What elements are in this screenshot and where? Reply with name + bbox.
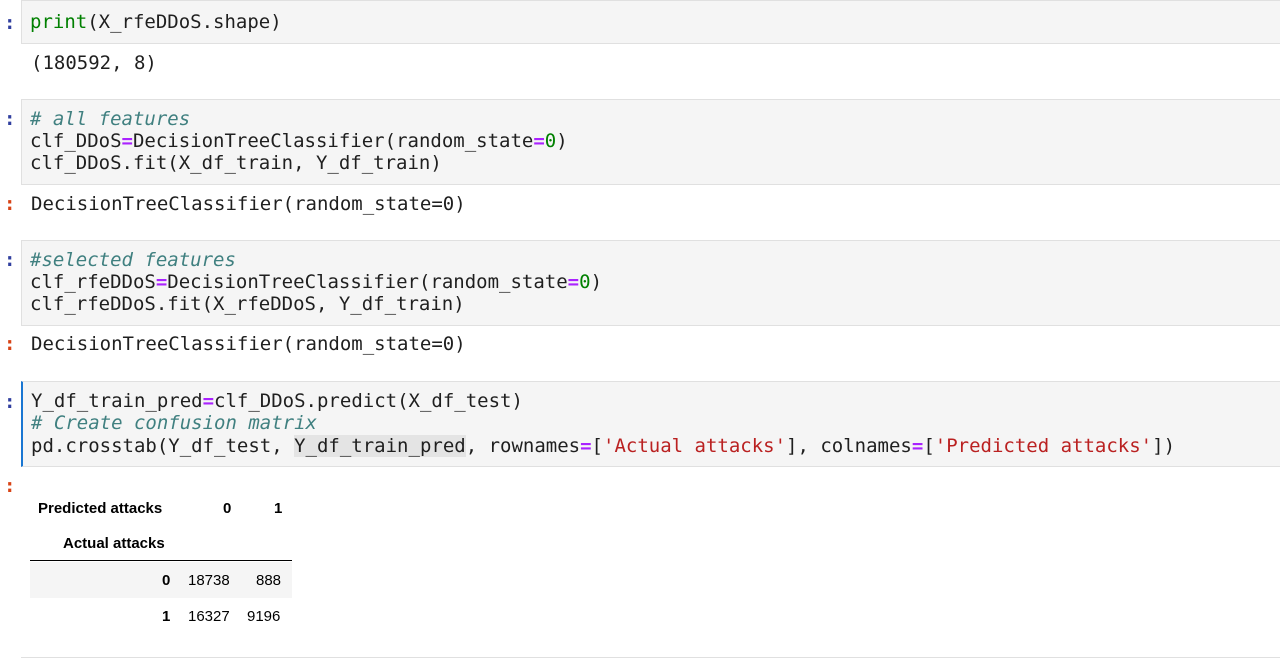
output-prompt: : bbox=[4, 475, 16, 497]
row-stripe bbox=[30, 562, 292, 598]
row-label: 1 bbox=[162, 608, 171, 625]
code-line: print(X_rfeDDoS.shape) bbox=[30, 11, 282, 33]
input-prompt: : bbox=[4, 249, 16, 271]
code-input[interactable]: #selected features clf_rfeDDoS=DecisionT… bbox=[21, 240, 1280, 326]
notebook-cell-3[interactable]: : #selected features clf_rfeDDoS=Decisio… bbox=[0, 240, 1280, 365]
code-line: clf_DDoS.fit(X_df_train, Y_df_train) bbox=[30, 152, 442, 174]
table-cell: 888 bbox=[256, 572, 282, 589]
notebook-cell-2[interactable]: : # all features clf_DDoS=DecisionTreeCl… bbox=[0, 99, 1280, 224]
table-cell: 9196 bbox=[247, 608, 281, 625]
column-header: 1 bbox=[274, 500, 283, 517]
output-prompt: : bbox=[4, 333, 16, 355]
code-comment: #selected features bbox=[30, 249, 236, 271]
cell-output: DecisionTreeClassifier(random_state=0) bbox=[31, 333, 466, 355]
output-prompt: : bbox=[4, 193, 16, 215]
input-prompt: : bbox=[4, 108, 16, 130]
table-cell: 16327 bbox=[188, 608, 230, 625]
table-cell: 18738 bbox=[188, 572, 230, 589]
header-divider bbox=[30, 560, 292, 561]
highlighted-token: Y_df_train_pred bbox=[294, 435, 466, 457]
code-line: clf_rfeDDoS.fit(X_rfeDDoS, Y_df_train) bbox=[30, 293, 465, 315]
code-line: Y_df_train_pred=clf_DDoS.predict(X_df_te… bbox=[31, 390, 523, 412]
code-line: pd.crosstab(Y_df_test, Y_df_train_pred, … bbox=[31, 435, 1176, 457]
notebook-cell-1[interactable]: : print(X_rfeDDoS.shape) (180592, 8) bbox=[0, 0, 1280, 90]
code-input[interactable]: print(X_rfeDDoS.shape) bbox=[21, 0, 1280, 44]
code-comment: # Create confusion matrix bbox=[31, 412, 317, 434]
row-label: 0 bbox=[162, 572, 171, 589]
cell-output: DecisionTreeClassifier(random_state=0) bbox=[31, 193, 466, 215]
input-prompt: : bbox=[4, 391, 16, 413]
input-prompt: : bbox=[4, 12, 16, 34]
columns-name-header: Predicted attacks bbox=[38, 500, 163, 517]
index-name-header: Actual attacks bbox=[63, 535, 165, 552]
code-line: clf_DDoS=DecisionTreeClassifier(random_s… bbox=[30, 130, 568, 152]
crosstab-dataframe: Predicted attacks 0 1 Actual attacks 0 1… bbox=[30, 492, 300, 632]
next-cell-edge bbox=[21, 657, 1280, 658]
cell-output: (180592, 8) bbox=[31, 52, 157, 74]
code-input[interactable]: Y_df_train_pred=clf_DDoS.predict(X_df_te… bbox=[21, 381, 1280, 467]
code-line: clf_rfeDDoS=DecisionTreeClassifier(rando… bbox=[30, 271, 603, 293]
code-input[interactable]: # all features clf_DDoS=DecisionTreeClas… bbox=[21, 99, 1280, 185]
code-comment: # all features bbox=[30, 108, 191, 130]
column-header: 0 bbox=[223, 500, 232, 517]
